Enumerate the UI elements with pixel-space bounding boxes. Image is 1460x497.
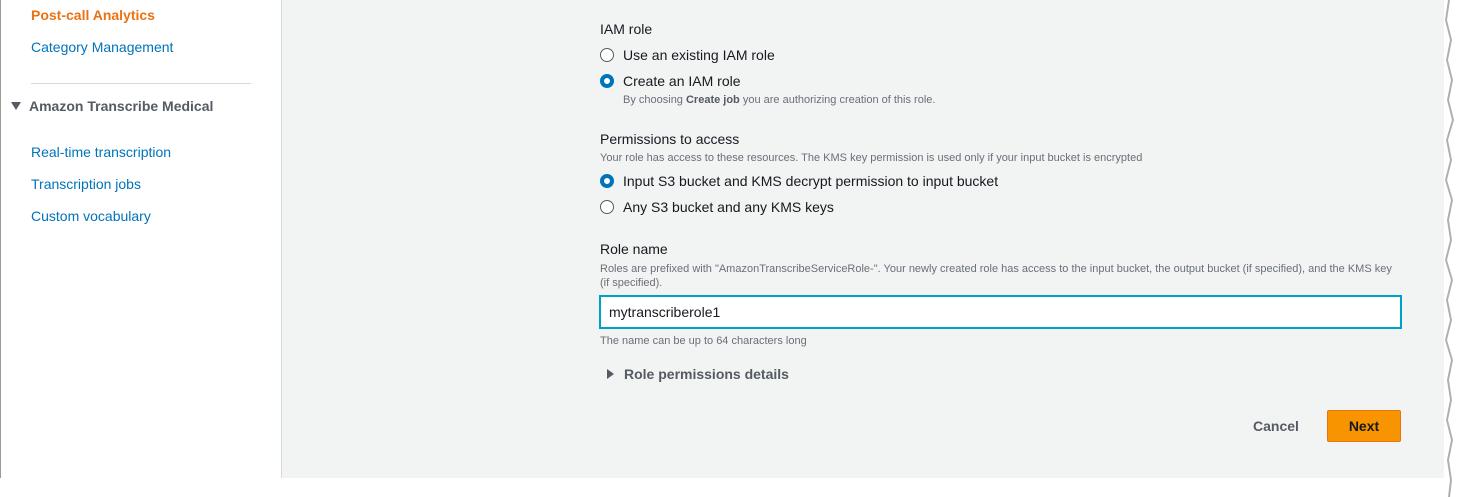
hint-suffix: you are authorizing creation of this rol… <box>739 94 936 106</box>
hint-prefix: By choosing <box>623 94 686 106</box>
sidebar-item-real-time-transcription[interactable]: Real-time transcription <box>31 144 171 160</box>
role-name-label: Role name <box>600 241 668 257</box>
radio-label: Use an existing IAM role <box>623 47 775 63</box>
caret-right-icon <box>607 369 614 379</box>
radio-button-unchecked[interactable] <box>600 48 614 62</box>
radio-button-checked[interactable] <box>600 174 614 188</box>
cancel-button[interactable]: Cancel <box>1241 410 1311 442</box>
radio-button-unchecked[interactable] <box>600 200 614 214</box>
radio-label: Any S3 bucket and any KMS keys <box>623 199 834 215</box>
role-name-input[interactable] <box>600 296 1401 328</box>
torn-edge-decoration <box>1444 0 1454 497</box>
radio-any-bucket-permission[interactable]: Any S3 bucket and any KMS keys <box>600 199 834 215</box>
radio-button-checked[interactable] <box>600 74 614 88</box>
iam-role-label: IAM role <box>600 21 653 37</box>
permissions-label: Permissions to access <box>600 131 740 147</box>
sidebar-item-post-call-analytics[interactable]: Post-call Analytics <box>31 7 155 23</box>
permissions-description: Your role has access to these resources.… <box>600 152 1143 164</box>
sidebar-navigation: Post-call Analytics Category Management … <box>1 0 282 478</box>
radio-use-existing-role[interactable]: Use an existing IAM role <box>600 47 775 63</box>
radio-create-role[interactable]: Create an IAM role <box>600 73 741 89</box>
sidebar-item-custom-vocabulary[interactable]: Custom vocabulary <box>31 208 151 224</box>
role-name-constraint: The name can be up to 64 characters long <box>600 335 807 347</box>
expander-label: Role permissions details <box>624 366 789 382</box>
caret-down-icon <box>11 102 21 110</box>
console-window: Post-call Analytics Category Management … <box>0 0 1445 478</box>
sidebar-section-transcribe-medical[interactable]: Amazon Transcribe Medical <box>11 98 213 114</box>
create-role-hint: By choosing Create job you are authorizi… <box>623 93 935 107</box>
hint-bold: Create job <box>685 94 740 106</box>
role-name-description: Roles are prefixed with "AmazonTranscrib… <box>600 263 1392 289</box>
sidebar-item-category-management[interactable]: Category Management <box>31 39 173 55</box>
radio-label: Input S3 bucket and KMS decrypt permissi… <box>623 173 999 189</box>
radio-label: Create an IAM role <box>623 73 741 89</box>
sidebar-divider <box>31 83 251 84</box>
role-permissions-expander[interactable]: Role permissions details <box>607 366 789 382</box>
sidebar-item-transcription-jobs[interactable]: Transcription jobs <box>31 176 141 192</box>
sidebar-section-title: Amazon Transcribe Medical <box>29 98 214 114</box>
radio-input-bucket-permission[interactable]: Input S3 bucket and KMS decrypt permissi… <box>600 173 998 189</box>
main-content: IAM role Use an existing IAM role Create… <box>282 0 1445 478</box>
next-button[interactable]: Next <box>1327 410 1401 442</box>
